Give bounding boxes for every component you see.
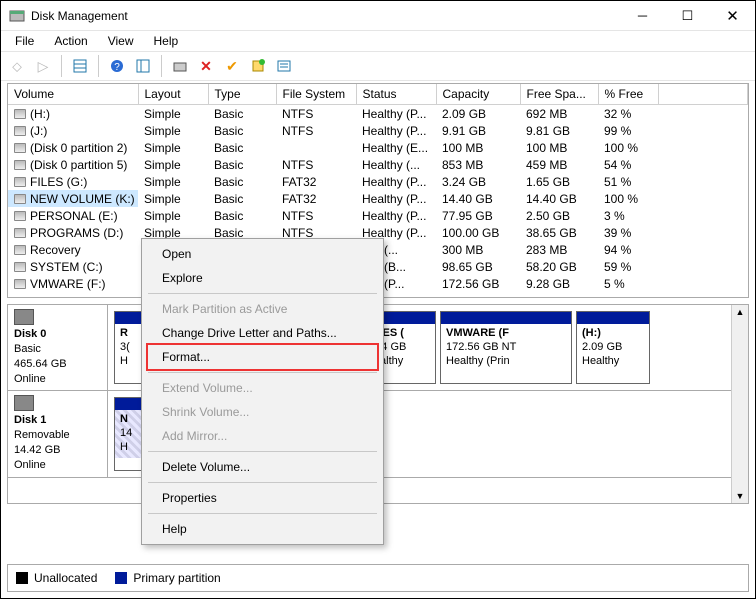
legend-primary: Primary partition [115,571,220,585]
toolbar: ⬦ ▷ ? ✕ ✔ [1,51,755,81]
settings-button[interactable] [131,54,155,78]
minimize-button[interactable]: ─ [620,1,665,30]
ctx-explore[interactable]: Explore [144,266,381,290]
table-row[interactable]: (Disk 0 partition 5)SimpleBasicNTFSHealt… [8,156,748,173]
partition[interactable]: (H:)2.09 GBHealthy [576,311,650,384]
ctx-mirror[interactable]: Add Mirror... [144,424,381,448]
disk-label[interactable]: Disk 1Removable14.42 GBOnline [8,391,108,476]
back-button[interactable]: ⬦ [5,54,29,78]
disk-icon [14,395,34,411]
check-button[interactable]: ✔ [220,54,244,78]
ctx-extend[interactable]: Extend Volume... [144,376,381,400]
ctx-format[interactable]: Format... [146,343,379,371]
menubar: File Action View Help [1,31,755,51]
volume-icon [14,177,26,187]
maximize-button[interactable]: ☐ [665,1,710,30]
disk-icon [14,309,34,325]
ctx-open[interactable]: Open [144,242,381,266]
col-fs[interactable]: File System [276,84,356,105]
toolbar-separator [98,55,99,77]
toolbar-separator [161,55,162,77]
col-pct[interactable]: % Free [598,84,658,105]
col-free[interactable]: Free Spa... [520,84,598,105]
partition[interactable]: VMWARE (F172.56 GB NTHealthy (Prin [440,311,572,384]
help-button[interactable]: ? [105,54,129,78]
col-type[interactable]: Type [208,84,276,105]
col-capacity[interactable]: Capacity [436,84,520,105]
ctx-separator [148,372,377,373]
table-row[interactable]: FILES (G:)SimpleBasicFAT32Healthy (P...3… [8,173,748,190]
ctx-delete[interactable]: Delete Volume... [144,455,381,479]
volume-icon [14,245,26,255]
partition[interactable]: N14H [114,397,142,470]
refresh-button[interactable] [168,54,192,78]
ctx-separator [148,293,377,294]
table-row[interactable]: (J:)SimpleBasicNTFSHealthy (P...9.91 GB9… [8,122,748,139]
new-button[interactable] [246,54,270,78]
menu-view[interactable]: View [100,32,142,50]
volume-icon [14,109,26,119]
titlebar: Disk Management ─ ☐ ✕ [1,1,755,31]
menu-help[interactable]: Help [146,32,187,50]
menu-action[interactable]: Action [46,32,95,50]
volume-icon [14,228,26,238]
scrollbar[interactable]: ▲▼ [731,305,748,503]
forward-button[interactable]: ▷ [31,54,55,78]
table-row[interactable]: PERSONAL (E:)SimpleBasicNTFSHealthy (P..… [8,207,748,224]
volume-icon [14,262,26,272]
volume-icon [14,160,26,170]
ctx-help[interactable]: Help [144,517,381,541]
legend-unallocated: Unallocated [16,571,97,585]
volume-icon [14,126,26,136]
col-spare [658,84,748,105]
list-view-button[interactable] [68,54,92,78]
ctx-properties[interactable]: Properties [144,486,381,510]
toolbar-separator [61,55,62,77]
ctx-change-letter[interactable]: Change Drive Letter and Paths... [144,321,381,345]
volume-icon [14,143,26,153]
disk-label[interactable]: Disk 0Basic465.64 GBOnline [8,305,108,390]
menu-file[interactable]: File [7,32,42,50]
col-volume[interactable]: Volume [8,84,138,105]
table-row[interactable]: (Disk 0 partition 2)SimpleBasicHealthy (… [8,139,748,156]
volume-icon [14,211,26,221]
table-row[interactable]: NEW VOLUME (K:)SimpleBasicFAT32Healthy (… [8,190,748,207]
properties-button[interactable] [272,54,296,78]
close-button[interactable]: ✕ [710,1,755,30]
delete-button[interactable]: ✕ [194,54,218,78]
app-icon [9,8,25,24]
ctx-shrink[interactable]: Shrink Volume... [144,400,381,424]
ctx-mark-active[interactable]: Mark Partition as Active [144,297,381,321]
volume-icon [14,279,26,289]
window-title: Disk Management [31,9,620,23]
context-menu: Open Explore Mark Partition as Active Ch… [141,238,384,545]
legend: Unallocated Primary partition [7,564,749,592]
ctx-separator [148,513,377,514]
table-row[interactable]: (H:)SimpleBasicNTFSHealthy (P...2.09 GB6… [8,105,748,123]
col-layout[interactable]: Layout [138,84,208,105]
ctx-separator [148,482,377,483]
col-status[interactable]: Status [356,84,436,105]
svg-text:?: ? [114,62,120,73]
ctx-separator [148,451,377,452]
partition[interactable]: R3(H [114,311,142,384]
volume-icon [14,194,26,204]
